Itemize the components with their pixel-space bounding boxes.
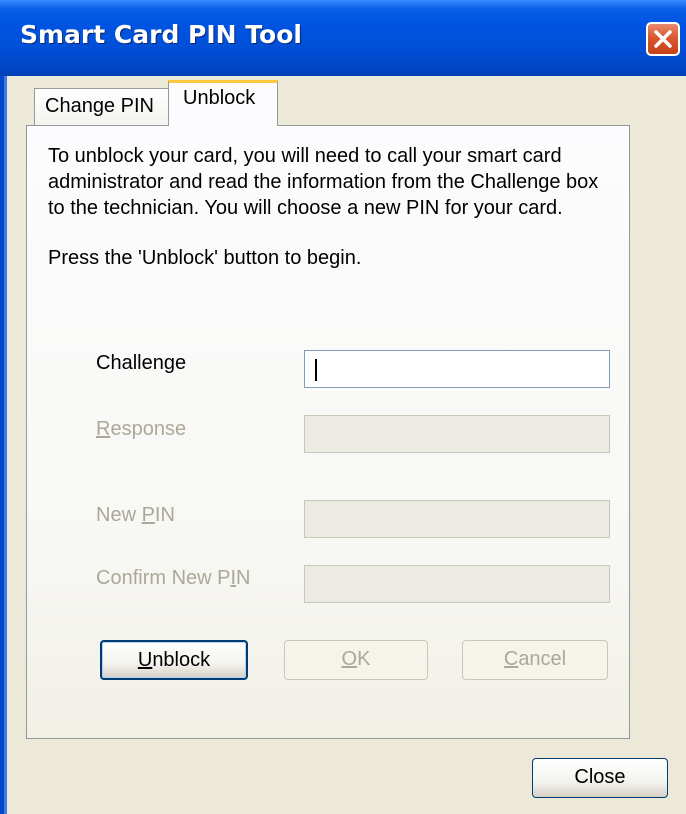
unblock-button[interactable]: Unblock — [100, 640, 248, 680]
window-frame-left-highlight — [4, 76, 7, 814]
confirm-new-pin-input[interactable] — [304, 565, 610, 603]
close-icon — [654, 30, 672, 48]
challenge-label: Challenge — [96, 352, 187, 374]
new-pin-label: New PIN — [96, 504, 175, 526]
challenge-input[interactable] — [304, 350, 610, 388]
cancel-button[interactable]: Cancel — [462, 640, 608, 680]
close-button[interactable]: Close — [532, 758, 668, 798]
tab-change-pin[interactable]: Change PIN — [34, 88, 170, 126]
ok-button[interactable]: OK — [284, 640, 428, 680]
tab-unblock[interactable]: Unblock — [168, 80, 278, 126]
instructions-text: To unblock your card, you will need to c… — [48, 145, 599, 219]
response-label: Response — [96, 418, 187, 440]
confirm-new-pin-label: Confirm New PIN — [96, 567, 251, 589]
new-pin-input[interactable] — [304, 500, 610, 538]
title-bar[interactable]: Smart Card PIN Tool — [0, 0, 686, 76]
close-window-button[interactable] — [646, 22, 680, 56]
dialog-window: Smart Card PIN Tool Change PIN Unblock T… — [0, 0, 686, 814]
tab-label: Change PIN — [45, 95, 154, 117]
tab-label: Unblock — [183, 87, 256, 109]
text-caret — [315, 359, 317, 381]
response-input[interactable] — [304, 415, 610, 453]
press-hint-text: Press the 'Unblock' button to begin. — [48, 247, 362, 269]
window-title: Smart Card PIN Tool — [20, 20, 302, 49]
